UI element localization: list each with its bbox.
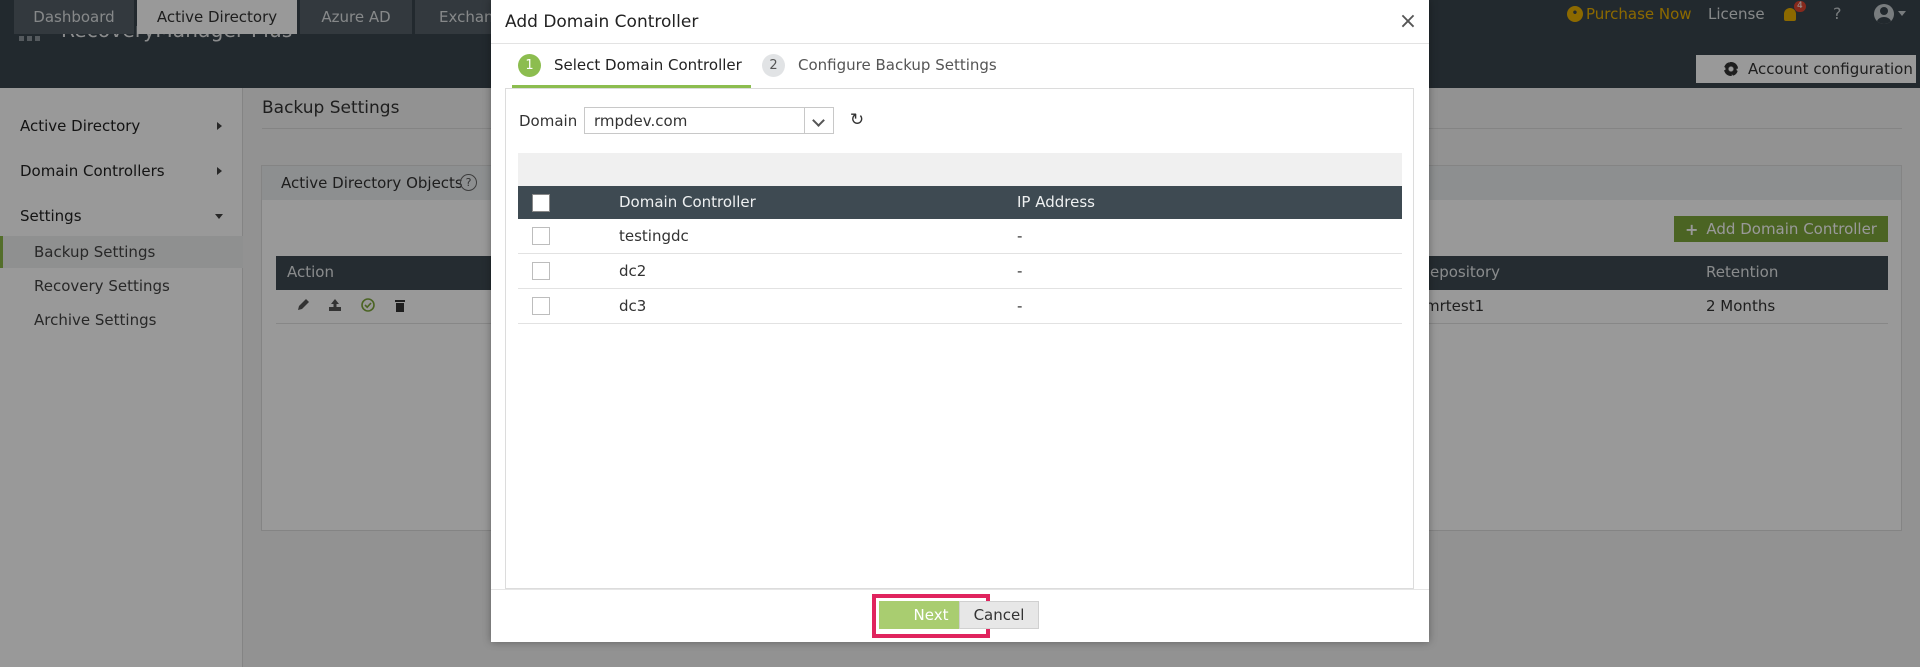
ip-address-cell: - [1017,227,1023,245]
grid-toolbar [518,153,1402,186]
row-checkbox-dc2[interactable] [532,262,550,280]
dc-name-cell: dc3 [619,297,647,315]
table-row[interactable] [518,254,1402,289]
ip-address-cell: - [1017,262,1023,280]
chevron-down-icon[interactable] [804,108,833,133]
table-row[interactable] [518,289,1402,324]
step-label: Configure Backup Settings [798,56,997,74]
cancel-button[interactable]: Cancel [959,601,1039,629]
column-header-ip-address: IP Address [1017,193,1095,211]
footer-divider [491,589,1429,590]
row-checkbox-testingdc[interactable] [532,227,550,245]
step-number: 1 [518,53,541,77]
ip-address-cell: - [1017,297,1023,315]
column-header-domain-controller: Domain Controller [619,193,756,211]
row-checkbox-dc3[interactable] [532,297,550,315]
step-number: 2 [762,53,785,77]
domain-select-value: rmpdev.com [594,112,688,130]
dc-name-cell: dc2 [619,262,647,280]
dc-name-cell: testingdc [619,227,689,245]
step-configure-backup-settings[interactable]: 2 Configure Backup Settings [762,53,997,77]
close-icon[interactable]: × [1396,10,1420,34]
refresh-icon[interactable]: ↻ [848,111,866,129]
select-all-checkbox[interactable] [532,194,550,212]
step-select-domain-controller[interactable]: 1 Select Domain Controller [518,53,742,77]
dialog-title: Add Domain Controller [505,12,699,32]
dialog-divider [491,43,1429,44]
domain-label: Domain [519,112,578,130]
step-label: Select Domain Controller [554,56,742,74]
